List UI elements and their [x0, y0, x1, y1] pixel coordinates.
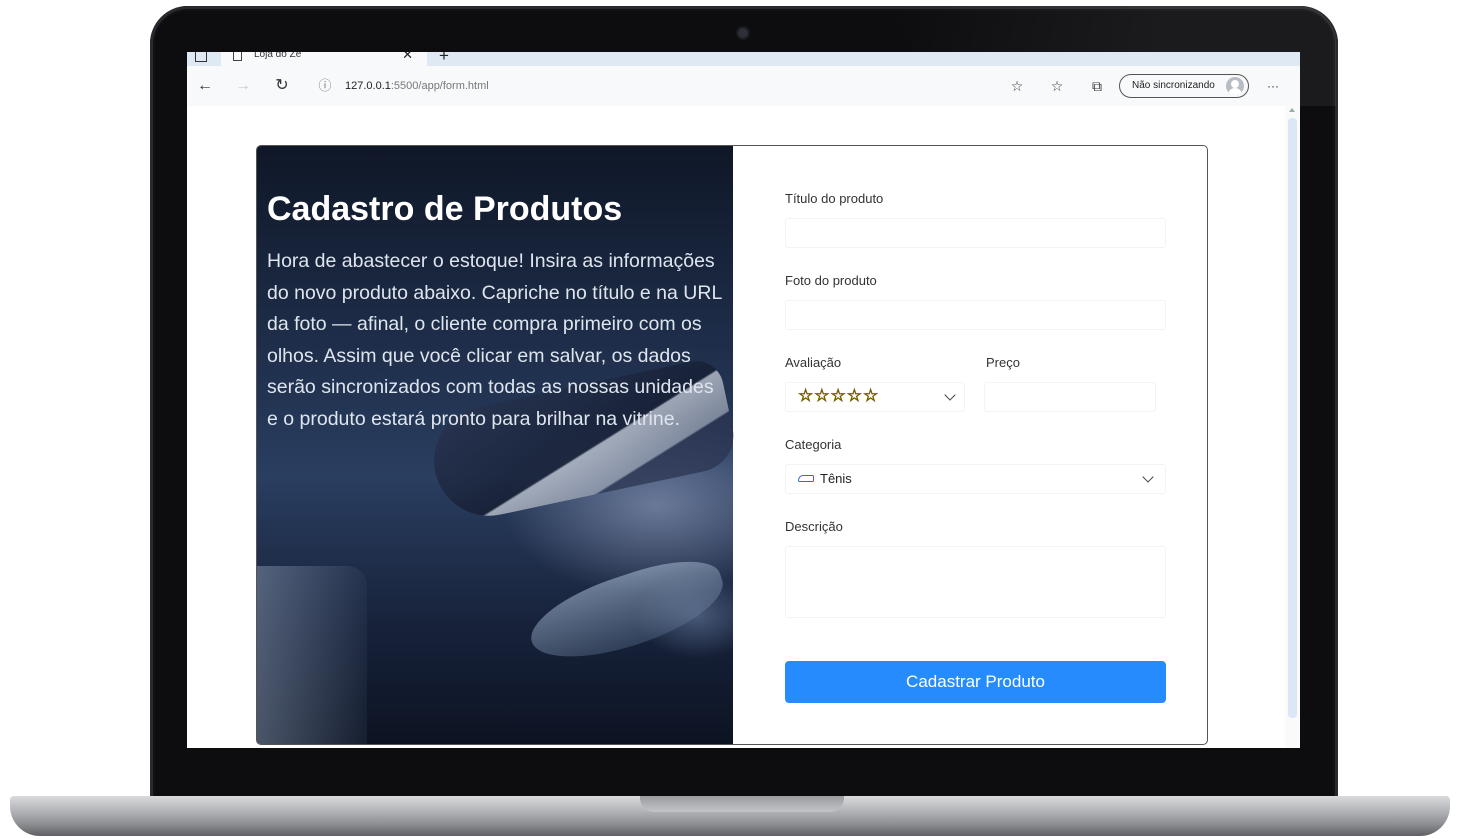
- favorites-icon[interactable]: ☆: [1045, 66, 1069, 106]
- sneaker-icon: [798, 475, 814, 482]
- product-form-card: Cadastro de Produtos Hora de abastecer o…: [256, 145, 1208, 745]
- close-tab-icon[interactable]: ✕: [402, 52, 413, 63]
- back-icon[interactable]: ←: [193, 66, 217, 106]
- submit-product-button[interactable]: Cadastrar Produto: [785, 661, 1166, 703]
- hero-hand-shape: [521, 546, 733, 676]
- site-info-icon[interactable]: ⓘ: [313, 66, 337, 106]
- page-title: Cadastro de Produtos: [267, 190, 623, 228]
- description-label: Descrição: [785, 519, 843, 534]
- page-viewport: Cadastro de Produtos Hora de abastecer o…: [187, 106, 1300, 748]
- avatar: [1226, 77, 1244, 95]
- scroll-up-icon[interactable]: [1289, 108, 1295, 112]
- forward-icon[interactable]: →: [231, 66, 255, 106]
- hero-image-panel: Cadastro de Produtos Hora de abastecer o…: [257, 146, 741, 744]
- url-path: :5500/app/form.html: [390, 80, 489, 92]
- scrollbar-thumb[interactable]: [1288, 118, 1297, 718]
- browser-tab[interactable]: Loja do Zé ✕: [221, 52, 427, 66]
- category-value: Tênis: [820, 471, 852, 486]
- chevron-down-icon: [1142, 471, 1154, 483]
- browser-window: Loja do Zé ✕ + ← → ↻ ⓘ 127.0.0.1:5500/ap…: [187, 52, 1300, 748]
- tab-title: Loja do Zé: [254, 52, 302, 60]
- description-textarea[interactable]: [785, 546, 1166, 618]
- price-input[interactable]: [984, 382, 1156, 412]
- address-toolbar: ← → ↻ ⓘ 127.0.0.1:5500/app/form.html ☆ ☆…: [187, 66, 1300, 106]
- collections-icon[interactable]: ⧉: [1085, 66, 1109, 106]
- scrollbar[interactable]: [1285, 106, 1300, 748]
- new-tab-icon[interactable]: +: [439, 52, 449, 66]
- photo-label: Foto do produto: [785, 273, 877, 288]
- product-form: Título do produto Foto do produto Avalia…: [785, 146, 1166, 744]
- category-label: Categoria: [785, 437, 842, 452]
- rating-stars: ☆☆☆☆☆: [798, 386, 880, 406]
- sync-label: Não sincronizando: [1132, 80, 1215, 91]
- rating-label: Avaliação: [785, 355, 842, 370]
- laptop-opening-notch: [640, 796, 844, 812]
- intro-text: Hora de abastecer o estoque! Insira as i…: [267, 250, 722, 430]
- title-input[interactable]: [785, 218, 1166, 248]
- hero-lamp-shape: [257, 566, 367, 744]
- photo-url-input[interactable]: [785, 300, 1166, 330]
- webcam: [738, 28, 748, 38]
- more-menu-icon[interactable]: ···: [1261, 66, 1285, 106]
- chevron-down-icon: [944, 389, 956, 401]
- url-host: 127.0.0.1: [345, 80, 391, 92]
- title-label: Título do produto: [785, 191, 884, 206]
- price-label: Preço: [986, 355, 1020, 370]
- sync-profile-button[interactable]: Não sincronizando: [1119, 74, 1249, 98]
- address-bar[interactable]: 127.0.0.1:5500/app/form.html: [345, 66, 489, 106]
- add-favorite-icon[interactable]: ☆: [1005, 66, 1029, 106]
- refresh-icon[interactable]: ↻: [270, 66, 294, 106]
- category-select[interactable]: Tênis: [785, 464, 1166, 494]
- page-icon: [233, 52, 242, 61]
- rating-select[interactable]: ☆☆☆☆☆: [785, 382, 965, 412]
- tab-strip: Loja do Zé ✕ +: [187, 52, 1300, 66]
- tab-actions-icon[interactable]: [195, 52, 207, 62]
